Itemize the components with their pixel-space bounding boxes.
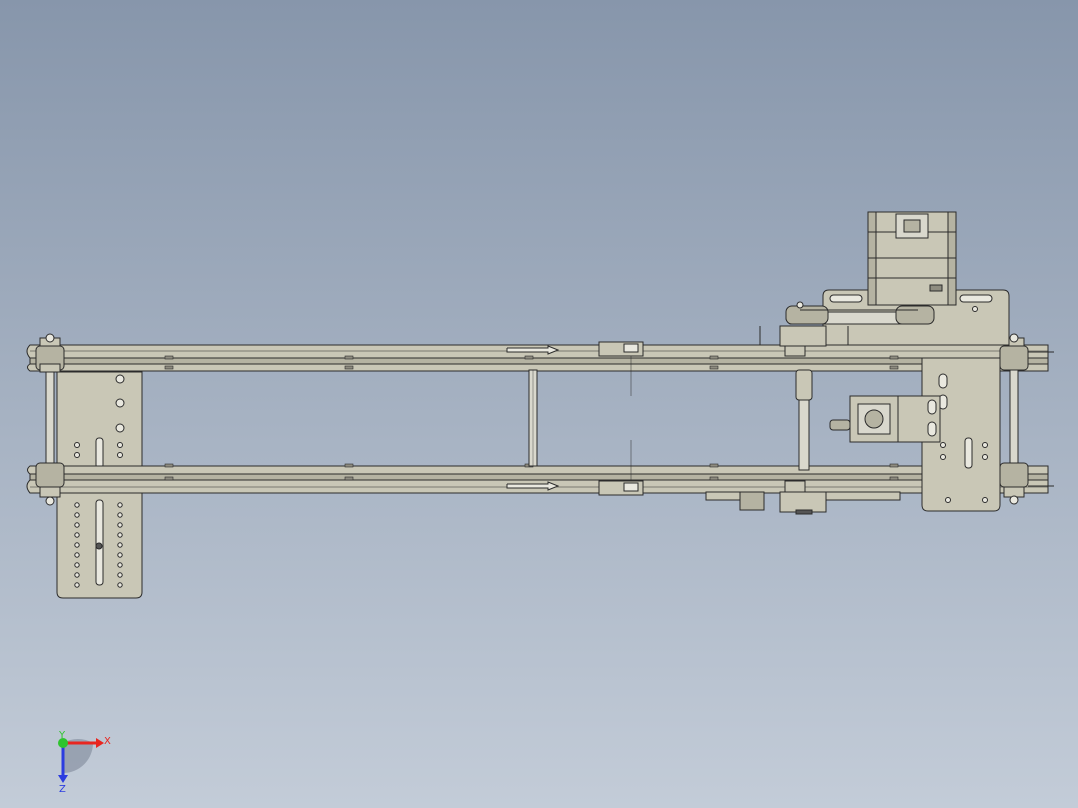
- conveyor-assembly-drawing: X Y Z: [26, 211, 1054, 795]
- y-axis-label: Y: [58, 730, 66, 741]
- middle-tie-rod: [528, 369, 538, 467]
- x-axis-label: X: [104, 736, 111, 747]
- stepper-motor: [867, 211, 957, 306]
- axis-triad: X Y Z: [58, 730, 111, 795]
- cad-viewport[interactable]: X Y Z: [0, 0, 1078, 808]
- lower-conveyor-rail: [26, 463, 1049, 494]
- z-axis-label: Z: [59, 784, 66, 795]
- gripper-assembly: [829, 395, 941, 443]
- upper-conveyor-rail: [26, 344, 1049, 372]
